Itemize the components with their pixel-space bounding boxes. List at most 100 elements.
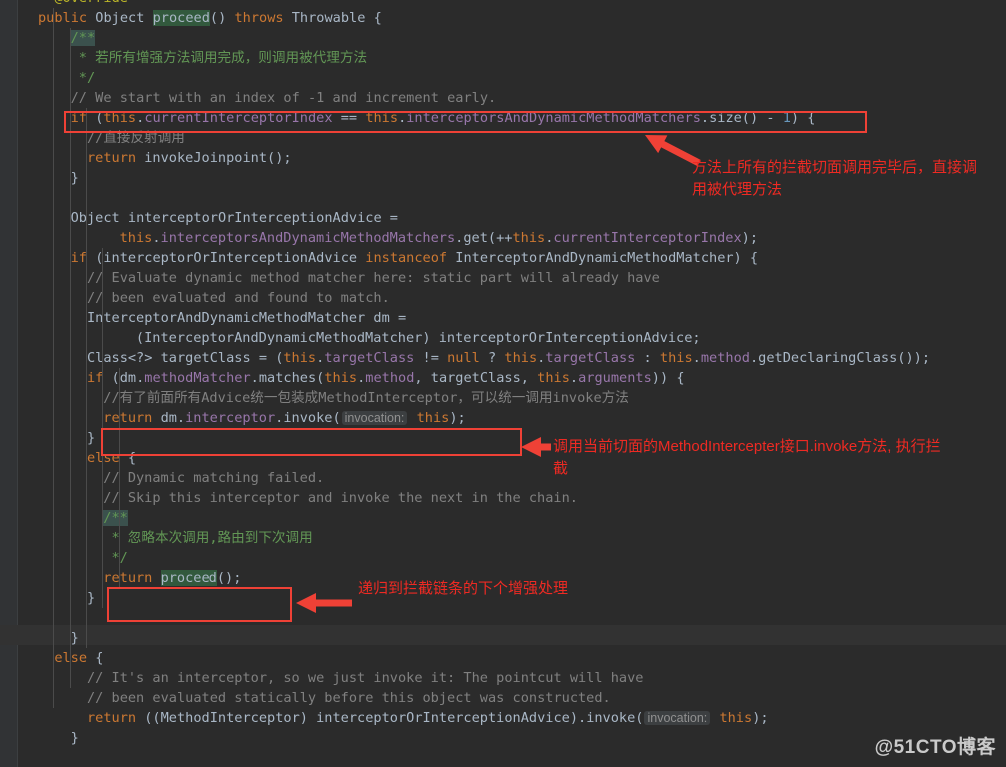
code-token: targetClass <box>545 350 636 366</box>
code-token: this <box>504 350 538 366</box>
code-token: .getDeclaringClass()); <box>749 350 931 366</box>
code-line[interactable]: } <box>0 628 1006 648</box>
code-line[interactable]: // It's an interceptor, so we just invok… <box>0 668 1006 688</box>
code-token: // been evaluated statically before this… <box>86 690 611 706</box>
code-token: (); <box>216 570 242 586</box>
code-token: public <box>38 10 96 26</box>
parameter-hint: invocation: <box>341 411 408 425</box>
code-token: currentInterceptorIndex <box>144 110 333 126</box>
code-token: InterceptorAndDynamicMethodMatcher) { <box>455 250 759 266</box>
code-token: if <box>86 370 112 386</box>
code-token: this <box>119 230 153 246</box>
code-token: , targetClass, <box>414 370 538 386</box>
note-invoke-interceptor: 调用当前切面的MethodIntercepter接口.invoke方法, 执行拦… <box>553 438 941 477</box>
code-line[interactable]: * 忽略本次调用,路由到下次调用 <box>0 528 1006 548</box>
code-line[interactable]: return dm.interceptor.invoke(invocation:… <box>0 408 1006 428</box>
code-token: //直接反射调用 <box>86 130 185 146</box>
code-token: Throwable { <box>291 10 382 26</box>
code-token: proceed <box>152 10 210 26</box>
code-line[interactable]: */ <box>0 548 1006 568</box>
code-token: * 忽略本次调用,路由到下次调用 <box>111 530 313 546</box>
code-token: @Override <box>54 0 128 6</box>
code-line[interactable]: @Override <box>0 0 1006 8</box>
code-line[interactable] <box>0 608 1006 628</box>
parameter-hint: invocation: <box>644 711 711 725</box>
code-token: 1 <box>782 110 791 126</box>
code-line[interactable]: this.interceptorsAndDynamicMethodMatcher… <box>0 228 1006 248</box>
code-line[interactable]: // Skip this interceptor and invoke the … <box>0 488 1006 508</box>
code-token: interceptor <box>185 410 276 426</box>
code-token: Class<?> targetClass = ( <box>86 350 284 366</box>
code-line[interactable]: else { <box>0 648 1006 668</box>
code-token: // Skip this interceptor and invoke the … <box>103 490 578 506</box>
code-token: ? <box>488 350 505 366</box>
code-line[interactable]: * 若所有增强方法调用完成，则调用被代理方法 <box>0 48 1006 68</box>
code-token: } <box>86 430 96 446</box>
code-token: : <box>635 350 660 366</box>
code-token: currentInterceptorIndex <box>553 230 742 246</box>
code-token: .matches( <box>250 370 325 386</box>
code-token: //有了前面所有Advice统一包装成MethodInterceptor，可以统… <box>103 390 629 406</box>
code-token: else <box>54 650 96 666</box>
indent-guide <box>53 8 55 708</box>
indent-guide <box>118 368 120 588</box>
code-line[interactable]: // Evaluate dynamic method matcher here:… <box>0 268 1006 288</box>
code-token: this <box>365 110 399 126</box>
indent-guide <box>69 28 71 688</box>
code-token: { <box>127 450 137 466</box>
indent-guide <box>85 108 87 648</box>
code-token: dm. <box>160 410 186 426</box>
code-line[interactable]: //直接反射调用 <box>0 128 1006 148</box>
code-editor-screenshot: @Override public Object proceed() throws … <box>0 0 1006 767</box>
code-token: else <box>86 450 128 466</box>
code-token: */ <box>78 70 96 86</box>
code-line[interactable]: if (interceptorOrInterceptionAdvice inst… <box>0 248 1006 268</box>
code-line[interactable]: public Object proceed() throws Throwable… <box>0 8 1006 28</box>
code-token: Object interceptorOrInterceptionAdvice = <box>70 210 398 226</box>
code-line[interactable]: */ <box>0 68 1006 88</box>
code-token: InterceptorAndDynamicMethodMatcher dm = <box>86 310 407 326</box>
code-content[interactable]: @Override public Object proceed() throws … <box>0 0 1006 767</box>
code-line[interactable]: Object interceptorOrInterceptionAdvice = <box>0 208 1006 228</box>
code-token: // Dynamic matching failed. <box>103 470 325 486</box>
code-token: targetClass <box>324 350 415 366</box>
code-token: // We start with an index of -1 and incr… <box>70 90 497 106</box>
code-token: } <box>70 730 79 746</box>
code-token: == <box>332 110 366 126</box>
code-line[interactable]: // been evaluated statically before this… <box>0 688 1006 708</box>
code-line[interactable]: return ((MethodInterceptor) interceptorO… <box>0 708 1006 728</box>
code-line[interactable]: (InterceptorAndDynamicMethodMatcher) int… <box>0 328 1006 348</box>
code-line[interactable]: Class<?> targetClass = (this.targetClass… <box>0 348 1006 368</box>
code-line[interactable]: //有了前面所有Advice统一包装成MethodInterceptor，可以统… <box>0 388 1006 408</box>
code-token: ); <box>449 410 466 426</box>
code-token: () <box>209 10 235 26</box>
code-token: this <box>283 350 317 366</box>
code-token: this <box>103 110 137 126</box>
code-token: { <box>95 650 104 666</box>
code-token: ); <box>741 230 759 246</box>
code-line[interactable]: // We start with an index of -1 and incr… <box>0 88 1006 108</box>
code-line[interactable]: // been evaluated and found to match. <box>0 288 1006 308</box>
code-token: interceptorsAndDynamicMethodMatchers <box>406 110 701 126</box>
code-line[interactable]: /** <box>0 28 1006 48</box>
code-line[interactable]: InterceptorAndDynamicMethodMatcher dm = <box>0 308 1006 328</box>
code-token: null <box>447 350 489 366</box>
code-line[interactable]: if (this.currentInterceptorIndex == this… <box>0 108 1006 128</box>
code-token: .invoke( <box>275 410 341 426</box>
code-token: (dm. <box>111 370 145 386</box>
code-token: . <box>692 350 701 366</box>
code-token: if <box>70 110 96 126</box>
code-token: /** <box>70 30 96 46</box>
code-token: . <box>152 230 161 246</box>
code-token: throws <box>234 10 292 26</box>
code-token: /** <box>103 510 128 526</box>
code-line[interactable]: } <box>0 728 1006 748</box>
code-line[interactable]: if (dm.methodMatcher.matches(this.method… <box>0 368 1006 388</box>
code-token: d <box>208 570 217 586</box>
watermark: @51CTO博客 <box>874 737 996 758</box>
code-line[interactable]: /** <box>0 508 1006 528</box>
code-token: )) { <box>651 370 685 386</box>
code-token: Object <box>95 10 153 26</box>
code-token: method <box>700 350 750 366</box>
